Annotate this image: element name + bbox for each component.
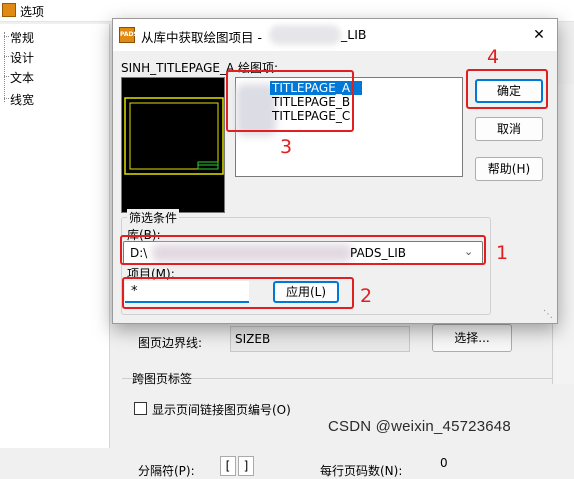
close-icon[interactable]: ✕: [521, 19, 557, 51]
annotation-number-3: 3: [280, 136, 293, 158]
redacted-title-blur: [269, 25, 341, 45]
separator-left-field[interactable]: [: [220, 456, 236, 476]
per-page-value[interactable]: 0: [440, 456, 448, 470]
tree-connector-line: [4, 32, 5, 102]
annotation-box-ok: [466, 69, 548, 109]
titlepage-preview: [121, 77, 225, 213]
options-window-title: 选项: [20, 5, 45, 19]
dialog-title: 从库中获取绘图项目 -: [141, 30, 262, 45]
annotation-number-4: 4: [487, 46, 500, 68]
titlepage-preview-graphic: [124, 97, 224, 175]
show-sheet-number-checkbox[interactable]: [134, 402, 147, 415]
tree-item-line-width[interactable]: 线宽: [3, 91, 34, 108]
annotation-number-2: 2: [360, 285, 373, 307]
show-sheet-number-label[interactable]: 显示页间链接图页编号(O): [152, 401, 291, 418]
preview-outer-border: [124, 97, 224, 175]
tree-item-text[interactable]: 文本: [3, 69, 34, 86]
annotation-box-items: [226, 70, 354, 132]
options-category-tree: 常规 设计 文本 线宽: [0, 24, 110, 448]
annotation-box-item-filter: [122, 277, 354, 309]
help-button[interactable]: 帮助(H): [475, 157, 543, 181]
filter-group-label: 筛选条件: [127, 209, 180, 226]
watermark: CSDN @weixin_45723648: [328, 418, 511, 435]
tree-item-general[interactable]: 常规: [3, 29, 34, 46]
tree-item-design[interactable]: 设计: [3, 49, 34, 66]
annotation-box-library: [120, 235, 486, 265]
dialog-title-suffix: _LIB: [341, 27, 367, 42]
resize-grip-icon[interactable]: ⋱: [543, 309, 555, 321]
separator-label: 分隔符(P):: [138, 464, 195, 478]
sheet-border-field: SIZEB: [230, 326, 410, 352]
sheet-border-label: 图页边界线:: [138, 336, 203, 350]
pads-icon: PADS: [119, 27, 138, 43]
cancel-button[interactable]: 取消: [475, 117, 543, 141]
cross-sheet-group-label: 跨图页标签: [132, 372, 193, 386]
annotation-number-1: 1: [496, 242, 509, 264]
app-icon: [2, 3, 16, 17]
per-page-label: 每行页码数(N):: [320, 464, 403, 478]
preview-inner-border: [129, 102, 219, 170]
separator-right-field[interactable]: ]: [238, 456, 254, 476]
select-border-button[interactable]: 选择...: [432, 324, 512, 352]
